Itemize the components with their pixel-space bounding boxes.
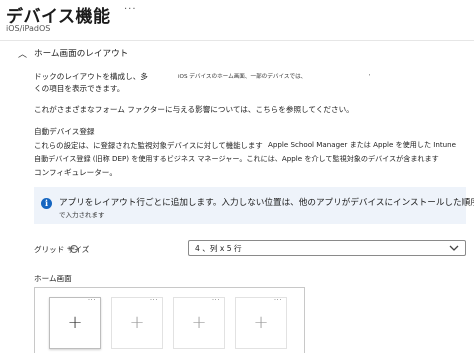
more-options-button[interactable]: ··· [124,4,137,15]
form-factor-note: これがさまざまなフォーム ファクターに与える影響については、こちらを参照してくだ… [34,105,354,114]
home-tile-3[interactable]: ··· + [173,296,225,349]
tile-more-icon[interactable]: ··· [274,296,282,304]
section-title[interactable]: ホーム画面のレイアウト [34,47,128,59]
dock-side-mark: ' [369,74,371,80]
auto-enrollment-text-3: コンフィギュレーター。 [34,168,117,177]
tile-more-icon[interactable]: ··· [212,296,220,304]
dock-side-note: iOS デバイスのホーム画面、一部のデバイスでは、 [178,74,307,80]
chevron-down-icon [449,245,459,251]
home-screen-frame: ··· + ··· + ··· + ··· + [34,287,305,353]
dock-description-line1: ドックのレイアウトを構成し、多 [34,72,148,81]
grid-size-select[interactable]: 4 、列 x 5 行 [188,240,466,256]
add-app-plus-icon: + [253,312,269,333]
home-tile-2[interactable]: ··· + [111,296,163,349]
add-app-plus-icon: + [67,312,83,333]
grid-size-value: 4 、列 x 5 行 [195,244,242,253]
grid-info-icon[interactable]: i [70,245,78,253]
auto-enrollment-text-1: これらの設定は、に登録された監視対象デバイスに対して機能します [34,141,263,150]
auto-enrollment-text-1b: Apple School Manager または Apple を使用した Int… [268,140,457,149]
tile-more-icon[interactable]: ··· [150,296,158,304]
auto-enrollment-heading: 自動デバイス登録 [34,127,95,136]
home-tile-1[interactable]: ··· + [49,296,101,349]
add-app-plus-icon: + [191,312,207,333]
header-divider [0,40,474,41]
collapse-chevron-icon[interactable]: ︿ [18,47,27,60]
home-tile-4[interactable]: ··· + [235,296,287,349]
page-subtitle: iOS/iPadOS [6,24,51,33]
info-icon: i [41,198,52,209]
home-screen-label: ホーム画面 [34,274,72,283]
auto-enrollment-text-2: 自動デバイス登録 (旧称 DEP) を使用するビジネス マネージャー。これには、… [34,154,439,163]
banner-text-line2: で入力されます [59,211,105,219]
add-app-plus-icon: + [129,312,145,333]
info-banner: i アプリをレイアウト行ごとに追加します。入力しない位置は、他のアプリがデバイス… [34,187,474,224]
grid-size-label: グリッド サイズ [34,245,90,254]
tile-more-icon[interactable]: ··· [88,296,96,304]
banner-text-line1: アプリをレイアウト行ごとに追加します。入力しない位置は、他のアプリがデバイスにイ… [59,198,474,208]
dock-description-line2: くの項目を表示できます。 [34,84,125,93]
